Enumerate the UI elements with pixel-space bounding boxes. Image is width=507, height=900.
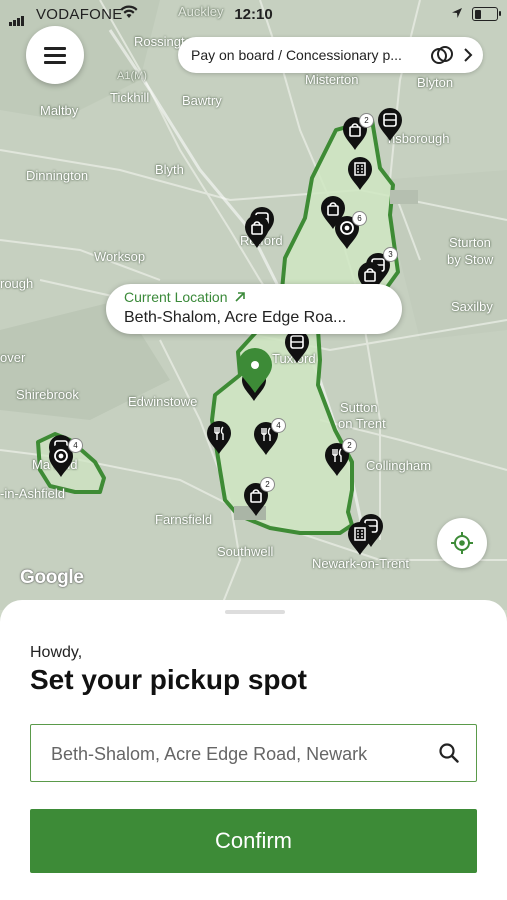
place-label: Blyth bbox=[155, 162, 184, 177]
google-attribution: Google bbox=[20, 567, 84, 588]
hamburger-menu-icon bbox=[44, 61, 66, 64]
pin-count-badge: 2 bbox=[359, 113, 374, 128]
hamburger-menu-icon bbox=[44, 54, 66, 57]
place-label: Tickhill bbox=[110, 90, 150, 105]
locate-me-button[interactable] bbox=[437, 518, 487, 568]
greeting-text: Howdy, bbox=[30, 644, 83, 661]
menu-button[interactable] bbox=[26, 26, 84, 84]
status-bar: VODAFONE 12:10 bbox=[0, 0, 507, 30]
pin-count-badge: 4 bbox=[68, 438, 83, 453]
place-label: Bawtry bbox=[182, 93, 222, 108]
place-label: Collingham bbox=[366, 458, 432, 473]
search-icon[interactable] bbox=[438, 742, 460, 764]
payment-rings-icon bbox=[431, 46, 453, 64]
place-label: Sutton bbox=[340, 400, 378, 415]
current-location-callout[interactable]: Current Location Beth-Shalom, Acre Edge … bbox=[106, 284, 402, 334]
bus-pin-icon[interactable] bbox=[377, 108, 403, 142]
status-time: 12:10 bbox=[234, 6, 273, 23]
place-label: Saxilby bbox=[451, 299, 493, 314]
battery-icon bbox=[472, 7, 501, 21]
pickup-search-field[interactable] bbox=[30, 724, 477, 782]
pin-count-badge: 3 bbox=[383, 247, 398, 262]
pin-count-badge: 6 bbox=[352, 211, 367, 226]
place-label: Newark-on-Trent bbox=[312, 556, 410, 571]
road-label: A1(M) bbox=[117, 70, 147, 82]
bus-pin-icon[interactable] bbox=[284, 330, 310, 364]
building-pin-icon[interactable] bbox=[347, 522, 373, 556]
pickup-search-input[interactable] bbox=[49, 740, 423, 768]
sheet-title: Set your pickup spot bbox=[30, 664, 307, 695]
hamburger-menu-icon bbox=[44, 47, 66, 50]
place-label: Misterton bbox=[305, 72, 359, 87]
restaurant-pin-icon[interactable] bbox=[206, 421, 232, 455]
pickup-bottom-sheet: Howdy, Set your pickup spot Confirm bbox=[0, 600, 507, 900]
payment-method-selector[interactable]: Pay on board / Concessionary p... bbox=[178, 37, 483, 73]
current-location-pin-icon[interactable] bbox=[236, 348, 274, 394]
building-pin-icon[interactable] bbox=[347, 157, 373, 191]
payment-method-label: Pay on board / Concessionary p... bbox=[191, 47, 402, 63]
pin-count-badge: 2 bbox=[342, 438, 357, 453]
place-label: Shirebrook bbox=[16, 387, 79, 402]
place-label: Worksop bbox=[94, 249, 146, 264]
pin-count-badge: 4 bbox=[271, 418, 286, 433]
place-label: Sturton bbox=[449, 235, 491, 250]
place-label: Maltby bbox=[40, 103, 79, 118]
pin-count-badge: 2 bbox=[260, 477, 275, 492]
location-arrow-icon bbox=[452, 8, 462, 18]
place-label: Southwell bbox=[217, 544, 274, 559]
confirm-button[interactable]: Confirm bbox=[30, 809, 477, 873]
place-label: by Stow bbox=[447, 252, 494, 267]
place-label: rough bbox=[0, 276, 34, 291]
current-location-label: Current Location bbox=[124, 289, 246, 305]
place-label: on Trent bbox=[338, 416, 386, 431]
place-label: Blyton bbox=[417, 75, 454, 90]
sheet-drag-handle[interactable] bbox=[225, 610, 285, 614]
current-location-address: Beth-Shalom, Acre Edge Roa... bbox=[124, 309, 347, 326]
crosshair-locate-icon bbox=[451, 532, 473, 554]
place-label: Dinnington bbox=[26, 168, 89, 183]
place-label: over bbox=[0, 350, 26, 365]
external-arrow-icon bbox=[235, 292, 246, 302]
place-label: Edwinstowe bbox=[128, 394, 198, 409]
shopping-bag-pin-icon[interactable] bbox=[244, 215, 270, 249]
place-label: -in-Ashfield bbox=[0, 486, 66, 501]
place-label: Farnsfield bbox=[155, 512, 213, 527]
chevron-right-icon bbox=[464, 48, 473, 62]
